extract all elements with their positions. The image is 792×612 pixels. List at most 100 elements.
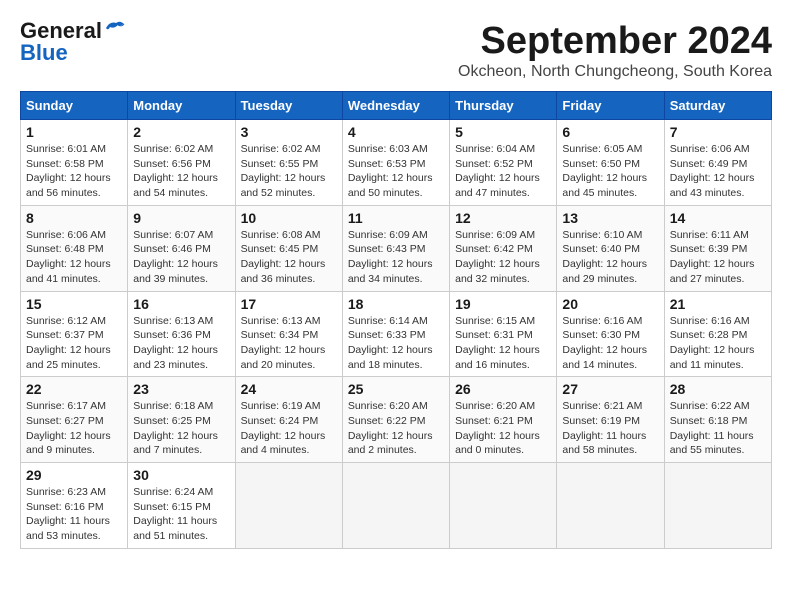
sunrise-label: Sunrise: 6:02 AM xyxy=(133,143,213,155)
sunrise-label: Sunrise: 6:04 AM xyxy=(455,143,535,155)
sunset-label: Sunset: 6:50 PM xyxy=(562,158,640,170)
daylight-label: Daylight: 12 hours and 7 minutes. xyxy=(133,430,218,457)
day-info: Sunrise: 6:03 AM Sunset: 6:53 PM Dayligh… xyxy=(348,142,444,201)
calendar-cell: 7 Sunrise: 6:06 AM Sunset: 6:49 PM Dayli… xyxy=(664,120,771,206)
sunrise-label: Sunrise: 6:19 AM xyxy=(241,400,321,412)
day-info: Sunrise: 6:05 AM Sunset: 6:50 PM Dayligh… xyxy=(562,142,658,201)
sunset-label: Sunset: 6:34 PM xyxy=(241,329,319,341)
logo-blue: Blue xyxy=(20,40,68,65)
calendar-header-row: SundayMondayTuesdayWednesdayThursdayFrid… xyxy=(21,92,772,120)
calendar-cell xyxy=(342,463,449,549)
sunrise-label: Sunrise: 6:02 AM xyxy=(241,143,321,155)
daylight-label: Daylight: 12 hours and 16 minutes. xyxy=(455,344,540,371)
day-info: Sunrise: 6:22 AM Sunset: 6:18 PM Dayligh… xyxy=(670,399,766,458)
sunset-label: Sunset: 6:58 PM xyxy=(26,158,104,170)
day-number: 2 xyxy=(133,124,229,140)
page-header: General Blue September 2024 Okcheon, Nor… xyxy=(20,20,772,81)
sunset-label: Sunset: 6:43 PM xyxy=(348,243,426,255)
sunrise-label: Sunrise: 6:16 AM xyxy=(562,315,642,327)
day-info: Sunrise: 6:21 AM Sunset: 6:19 PM Dayligh… xyxy=(562,399,658,458)
logo-bird-icon xyxy=(104,19,126,37)
sunset-label: Sunset: 6:56 PM xyxy=(133,158,211,170)
sunrise-label: Sunrise: 6:05 AM xyxy=(562,143,642,155)
day-info: Sunrise: 6:09 AM Sunset: 6:43 PM Dayligh… xyxy=(348,228,444,287)
daylight-label: Daylight: 12 hours and 4 minutes. xyxy=(241,430,326,457)
daylight-label: Daylight: 12 hours and 18 minutes. xyxy=(348,344,433,371)
calendar-week-2: 8 Sunrise: 6:06 AM Sunset: 6:48 PM Dayli… xyxy=(21,205,772,291)
sunrise-label: Sunrise: 6:07 AM xyxy=(133,229,213,241)
day-number: 25 xyxy=(348,381,444,397)
daylight-label: Daylight: 12 hours and 47 minutes. xyxy=(455,172,540,199)
day-number: 11 xyxy=(348,210,444,226)
day-number: 24 xyxy=(241,381,337,397)
sunrise-label: Sunrise: 6:14 AM xyxy=(348,315,428,327)
day-info: Sunrise: 6:20 AM Sunset: 6:22 PM Dayligh… xyxy=(348,399,444,458)
day-info: Sunrise: 6:02 AM Sunset: 6:55 PM Dayligh… xyxy=(241,142,337,201)
calendar-cell: 12 Sunrise: 6:09 AM Sunset: 6:42 PM Dayl… xyxy=(450,205,557,291)
sunrise-label: Sunrise: 6:13 AM xyxy=(133,315,213,327)
daylight-label: Daylight: 11 hours and 51 minutes. xyxy=(133,515,217,542)
sunset-label: Sunset: 6:21 PM xyxy=(455,415,533,427)
day-number: 4 xyxy=(348,124,444,140)
daylight-label: Daylight: 12 hours and 23 minutes. xyxy=(133,344,218,371)
calendar-cell: 10 Sunrise: 6:08 AM Sunset: 6:45 PM Dayl… xyxy=(235,205,342,291)
day-number: 13 xyxy=(562,210,658,226)
calendar-cell: 30 Sunrise: 6:24 AM Sunset: 6:15 PM Dayl… xyxy=(128,463,235,549)
sunrise-label: Sunrise: 6:21 AM xyxy=(562,400,642,412)
day-info: Sunrise: 6:23 AM Sunset: 6:16 PM Dayligh… xyxy=(26,485,122,544)
sunrise-label: Sunrise: 6:03 AM xyxy=(348,143,428,155)
sunset-label: Sunset: 6:36 PM xyxy=(133,329,211,341)
sunrise-label: Sunrise: 6:16 AM xyxy=(670,315,750,327)
day-info: Sunrise: 6:10 AM Sunset: 6:40 PM Dayligh… xyxy=(562,228,658,287)
sunrise-label: Sunrise: 6:08 AM xyxy=(241,229,321,241)
day-info: Sunrise: 6:12 AM Sunset: 6:37 PM Dayligh… xyxy=(26,314,122,373)
title-area: September 2024 Okcheon, North Chungcheon… xyxy=(458,20,772,81)
sunset-label: Sunset: 6:19 PM xyxy=(562,415,640,427)
calendar-cell: 3 Sunrise: 6:02 AM Sunset: 6:55 PM Dayli… xyxy=(235,120,342,206)
daylight-label: Daylight: 12 hours and 11 minutes. xyxy=(670,344,755,371)
sunrise-label: Sunrise: 6:22 AM xyxy=(670,400,750,412)
daylight-label: Daylight: 11 hours and 55 minutes. xyxy=(670,430,754,457)
sunrise-label: Sunrise: 6:24 AM xyxy=(133,486,213,498)
day-number: 3 xyxy=(241,124,337,140)
day-number: 7 xyxy=(670,124,766,140)
calendar-cell: 21 Sunrise: 6:16 AM Sunset: 6:28 PM Dayl… xyxy=(664,291,771,377)
daylight-label: Daylight: 12 hours and 0 minutes. xyxy=(455,430,540,457)
sunset-label: Sunset: 6:53 PM xyxy=(348,158,426,170)
calendar-cell xyxy=(557,463,664,549)
calendar-cell: 6 Sunrise: 6:05 AM Sunset: 6:50 PM Dayli… xyxy=(557,120,664,206)
calendar-cell: 14 Sunrise: 6:11 AM Sunset: 6:39 PM Dayl… xyxy=(664,205,771,291)
calendar-cell: 4 Sunrise: 6:03 AM Sunset: 6:53 PM Dayli… xyxy=(342,120,449,206)
day-number: 18 xyxy=(348,296,444,312)
calendar-cell: 19 Sunrise: 6:15 AM Sunset: 6:31 PM Dayl… xyxy=(450,291,557,377)
daylight-label: Daylight: 12 hours and 54 minutes. xyxy=(133,172,218,199)
sunset-label: Sunset: 6:37 PM xyxy=(26,329,104,341)
day-info: Sunrise: 6:13 AM Sunset: 6:36 PM Dayligh… xyxy=(133,314,229,373)
sunrise-label: Sunrise: 6:06 AM xyxy=(670,143,750,155)
day-info: Sunrise: 6:09 AM Sunset: 6:42 PM Dayligh… xyxy=(455,228,551,287)
day-info: Sunrise: 6:13 AM Sunset: 6:34 PM Dayligh… xyxy=(241,314,337,373)
daylight-label: Daylight: 12 hours and 14 minutes. xyxy=(562,344,647,371)
daylight-label: Daylight: 12 hours and 2 minutes. xyxy=(348,430,433,457)
daylight-label: Daylight: 12 hours and 9 minutes. xyxy=(26,430,111,457)
calendar-cell: 16 Sunrise: 6:13 AM Sunset: 6:36 PM Dayl… xyxy=(128,291,235,377)
calendar-cell: 5 Sunrise: 6:04 AM Sunset: 6:52 PM Dayli… xyxy=(450,120,557,206)
calendar-cell: 20 Sunrise: 6:16 AM Sunset: 6:30 PM Dayl… xyxy=(557,291,664,377)
calendar-cell xyxy=(450,463,557,549)
calendar-table: SundayMondayTuesdayWednesdayThursdayFrid… xyxy=(20,91,772,549)
calendar-cell: 1 Sunrise: 6:01 AM Sunset: 6:58 PM Dayli… xyxy=(21,120,128,206)
calendar-header-tuesday: Tuesday xyxy=(235,92,342,120)
sunset-label: Sunset: 6:27 PM xyxy=(26,415,104,427)
day-number: 26 xyxy=(455,381,551,397)
sunset-label: Sunset: 6:33 PM xyxy=(348,329,426,341)
location: Okcheon, North Chungcheong, South Korea xyxy=(458,63,772,81)
sunrise-label: Sunrise: 6:11 AM xyxy=(670,229,749,241)
day-info: Sunrise: 6:16 AM Sunset: 6:28 PM Dayligh… xyxy=(670,314,766,373)
day-number: 30 xyxy=(133,467,229,483)
daylight-label: Daylight: 12 hours and 56 minutes. xyxy=(26,172,111,199)
sunrise-label: Sunrise: 6:20 AM xyxy=(455,400,535,412)
calendar-cell: 29 Sunrise: 6:23 AM Sunset: 6:16 PM Dayl… xyxy=(21,463,128,549)
calendar-cell: 23 Sunrise: 6:18 AM Sunset: 6:25 PM Dayl… xyxy=(128,377,235,463)
daylight-label: Daylight: 12 hours and 41 minutes. xyxy=(26,258,111,285)
sunset-label: Sunset: 6:16 PM xyxy=(26,501,104,513)
